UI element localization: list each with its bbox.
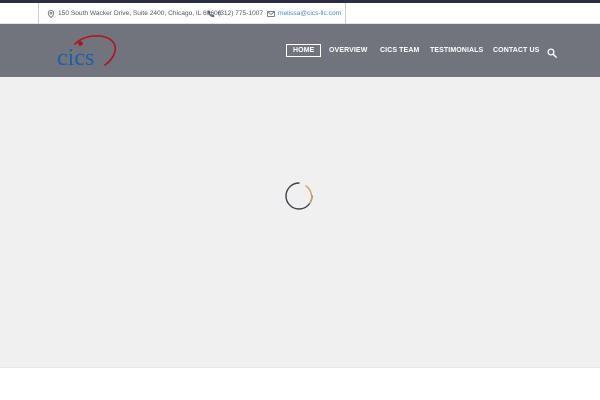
main-nav: HOME OVERVIEW CICS TEAM TESTIMONIALS CON… — [0, 24, 600, 77]
nav-contact-us[interactable]: CONTACT US — [493, 44, 539, 57]
email-item[interactable]: melissa@cics-llc.com — [267, 3, 341, 24]
envelope-icon — [267, 10, 275, 18]
address-text: 150 South Wacker Drive, Suite 2400, Chic… — [58, 10, 222, 17]
nav-home[interactable]: HOME — [286, 44, 322, 57]
phone-item[interactable]: (312) 775-1007 — [207, 3, 263, 24]
map-pin-icon — [47, 9, 55, 18]
address-item: 150 South Wacker Drive, Suite 2400, Chic… — [47, 3, 221, 24]
phone-icon — [207, 10, 215, 18]
site-header: cics HOME OVERVIEW CICS TEAM TESTIMONIAL… — [0, 24, 600, 77]
page-footer — [0, 367, 600, 400]
search-icon[interactable] — [547, 45, 557, 58]
email-link[interactable]: melissa@cics-llc.com — [278, 10, 341, 17]
phone-text: (312) 775-1007 — [218, 10, 264, 17]
topbar-divider-right — [345, 3, 346, 24]
nav-overview[interactable]: OVERVIEW — [329, 44, 367, 57]
spinner-icon — [284, 181, 314, 211]
topbar-divider-left — [38, 3, 39, 24]
nav-cics-team[interactable]: CICS TEAM — [380, 44, 419, 57]
contact-topbar: 150 South Wacker Drive, Suite 2400, Chic… — [0, 3, 600, 24]
nav-testimonials[interactable]: TESTIMONIALS — [430, 44, 483, 57]
main-content — [0, 77, 600, 367]
